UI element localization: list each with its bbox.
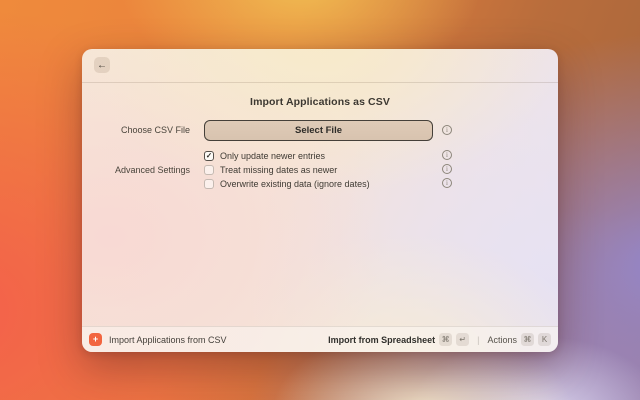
app-window: ← Import Applications as CSV Choose CSV … xyxy=(82,49,558,352)
advanced-settings-label: Advanced Settings xyxy=(114,165,190,175)
info-icon[interactable]: i xyxy=(442,164,452,174)
check-icon: ✓ xyxy=(205,151,213,161)
window-header: ← xyxy=(82,49,558,83)
return-key-icon: ↵ xyxy=(456,333,470,346)
back-button[interactable]: ← xyxy=(94,57,110,73)
info-glyph: i xyxy=(446,150,448,159)
info-glyph: i xyxy=(446,125,448,134)
info-glyph: i xyxy=(446,164,448,173)
checkbox-label: Overwrite existing data (ignore dates) xyxy=(220,179,370,189)
checkbox-row-treat-missing-dates[interactable]: ✓ Treat missing dates as newer xyxy=(204,164,337,176)
checkbox[interactable]: ✓ xyxy=(204,165,214,175)
checkbox[interactable]: ✓ xyxy=(204,179,214,189)
plus-icon: + xyxy=(89,333,102,346)
back-arrow-icon: ← xyxy=(97,59,107,71)
action-bar: + Import Applications from CSV Import fr… xyxy=(82,326,558,352)
checkbox-row-overwrite-existing[interactable]: ✓ Overwrite existing data (ignore dates) xyxy=(204,178,370,190)
command-title: Import Applications from CSV xyxy=(109,334,227,345)
footer-actions: Import from Spreadsheet ⌘ ↵ | Actions ⌘ … xyxy=(328,333,551,346)
info-icon[interactable]: i xyxy=(442,125,452,135)
checkbox-row-only-update-newer[interactable]: ✓ Only update newer entries xyxy=(204,150,325,162)
info-glyph: i xyxy=(446,178,448,187)
info-icon[interactable]: i xyxy=(442,150,452,160)
cmd-key-icon: ⌘ xyxy=(521,333,534,346)
plus-glyph: + xyxy=(92,334,99,344)
k-key-icon: K xyxy=(538,333,551,346)
checkbox[interactable]: ✓ xyxy=(204,151,214,161)
checkbox-label: Treat missing dates as newer xyxy=(220,165,338,175)
file-field-label: Choose CSV File xyxy=(120,125,190,135)
select-file-button[interactable]: Select File xyxy=(204,120,433,141)
actions-menu-button[interactable]: Actions xyxy=(487,335,517,345)
checkbox-label: Only update newer entries xyxy=(220,151,326,161)
info-icon[interactable]: i xyxy=(442,178,452,188)
page-title: Import Applications as CSV xyxy=(250,96,390,108)
cmd-key-icon: ⌘ xyxy=(439,333,453,346)
footer-divider: | xyxy=(477,334,480,345)
primary-action-button[interactable]: Import from Spreadsheet xyxy=(328,335,435,345)
